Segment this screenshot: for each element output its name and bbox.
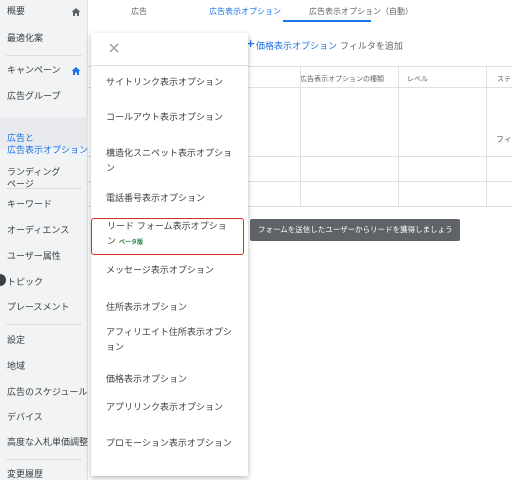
home-icon (71, 8, 81, 16)
tab-ad-extensions[interactable]: 広告表示オプション (209, 6, 281, 17)
column-divider (300, 66, 301, 206)
column-divider (398, 66, 399, 206)
beta-badge: ベータ版 (119, 239, 144, 246)
menu-item-location[interactable]: 住所表示オプション (91, 301, 248, 316)
menu-item-promotion[interactable]: プロモーション表示オプション (91, 437, 248, 452)
sidebar-item-devices[interactable]: デバイス (0, 412, 88, 424)
sidebar-item-label: 地域 (7, 362, 26, 372)
menu-item-message[interactable]: メッセージ表示オプション (91, 264, 248, 279)
sidebar-nav: 概要 最適化案 キャンペーン 広告グループ 広告と 広告表示オプション ランディ… (0, 0, 88, 480)
sidebar-item-ad-groups[interactable]: 広告グループ (0, 91, 88, 103)
sidebar-item-audiences[interactable]: オーディエンス (0, 225, 88, 237)
tab-ads[interactable]: 広告 (131, 6, 147, 17)
sidebar-item-label: 最適化案 (7, 34, 44, 44)
menu-item-lead-form[interactable]: リード フォーム表示オプション ベータ版 (91, 218, 244, 255)
menu-item-affiliate-location[interactable]: アフィリエイト住所表示オプション (91, 326, 248, 356)
sidebar-item-ads-extensions[interactable]: 広告と 広告表示オプション (0, 117, 88, 156)
sidebar-item-label: 広告と 広告表示オプション (7, 134, 89, 156)
tab-bar: 広告 広告表示オプション 広告表示オプション（自動） (88, 0, 512, 22)
sidebar-item-topics[interactable]: トピック (0, 277, 88, 289)
sidebar-item-label: トピック (7, 278, 44, 288)
divider (6, 55, 82, 56)
sidebar-item-label: オーディエンス (7, 226, 70, 236)
sidebar-item-label: ユーザー属性 (7, 252, 61, 262)
menu-item-sitelink[interactable]: サイトリンク表示オプション (91, 76, 248, 91)
sidebar-item-label: 設定 (7, 336, 26, 346)
menu-item-app[interactable]: アプリリンク表示オプション (91, 401, 248, 416)
column-divider (486, 66, 487, 206)
extension-type-menu: サイトリンク表示オプション コールアウト表示オプション 構造化スニペット表示オプ… (91, 33, 248, 476)
sidebar-item-locations[interactable]: 地域 (0, 361, 88, 373)
sidebar-item-placements[interactable]: プレースメント (0, 302, 88, 314)
price-extension-button[interactable]: 価格表示オプション (256, 39, 337, 52)
sidebar-item-label: デバイス (7, 413, 43, 423)
sidebar-item-change-history[interactable]: 変更履歴 (0, 469, 88, 480)
sidebar-item-label: 概要 (7, 7, 26, 17)
menu-item-call[interactable]: 電話番号表示オプション (91, 192, 248, 207)
filter-label: フィ (496, 135, 512, 144)
menu-item-price[interactable]: 価格表示オプション (91, 373, 248, 388)
sidebar-item-bid-adjustments[interactable]: 高度な入札単価調整 (0, 437, 88, 449)
sidebar-item-campaigns[interactable]: キャンペーン (0, 65, 88, 77)
sidebar-item-settings[interactable]: 設定 (0, 335, 88, 347)
menu-item-structured-snippet[interactable]: 構造化スニペット表示オプション (91, 147, 248, 177)
column-header[interactable]: レベル (407, 74, 428, 84)
sidebar-item-label: 高度な入札単価調整 (7, 438, 89, 448)
column-header[interactable]: ステ (497, 74, 511, 84)
sidebar-item-recommendations[interactable]: 最適化案 (0, 33, 88, 45)
sidebar-item-demographics[interactable]: ユーザー属性 (0, 251, 88, 263)
divider (6, 459, 82, 460)
sidebar-item-label: ランディング ページ (7, 168, 61, 190)
menu-item-callout[interactable]: コールアウト表示オプション (91, 111, 248, 126)
sidebar-item-label: プレースメント (7, 303, 70, 313)
tab-automated-extensions[interactable]: 広告表示オプション（自動） (309, 6, 413, 17)
close-icon[interactable] (108, 42, 120, 54)
sidebar-item-label: 広告のスケジュール (7, 388, 88, 398)
sidebar-item-overview[interactable]: 概要 (0, 6, 88, 18)
divider (6, 324, 82, 325)
add-filter-button[interactable]: フィルタを追加 (340, 39, 403, 52)
active-tab-indicator (283, 20, 371, 22)
column-header[interactable]: 広告表示オプションの種類 (300, 74, 384, 84)
home-icon (71, 67, 81, 75)
lead-form-tooltip: フォームを送信したユーザーからリードを獲得しましょう (250, 219, 460, 241)
menu-header (91, 33, 248, 66)
sidebar-item-label: キーワード (7, 200, 53, 210)
sidebar-item-label: 変更履歴 (7, 470, 44, 480)
sidebar-item-ad-schedule[interactable]: 広告のスケジュール (0, 387, 88, 399)
sidebar-item-label: 広告グループ (7, 92, 61, 102)
sidebar-item-keywords[interactable]: キーワード (0, 199, 88, 211)
divider (6, 188, 82, 189)
sidebar-item-landing-pages[interactable]: ランディング ページ (0, 155, 88, 191)
sidebar-item-label: キャンペーン (7, 66, 61, 76)
